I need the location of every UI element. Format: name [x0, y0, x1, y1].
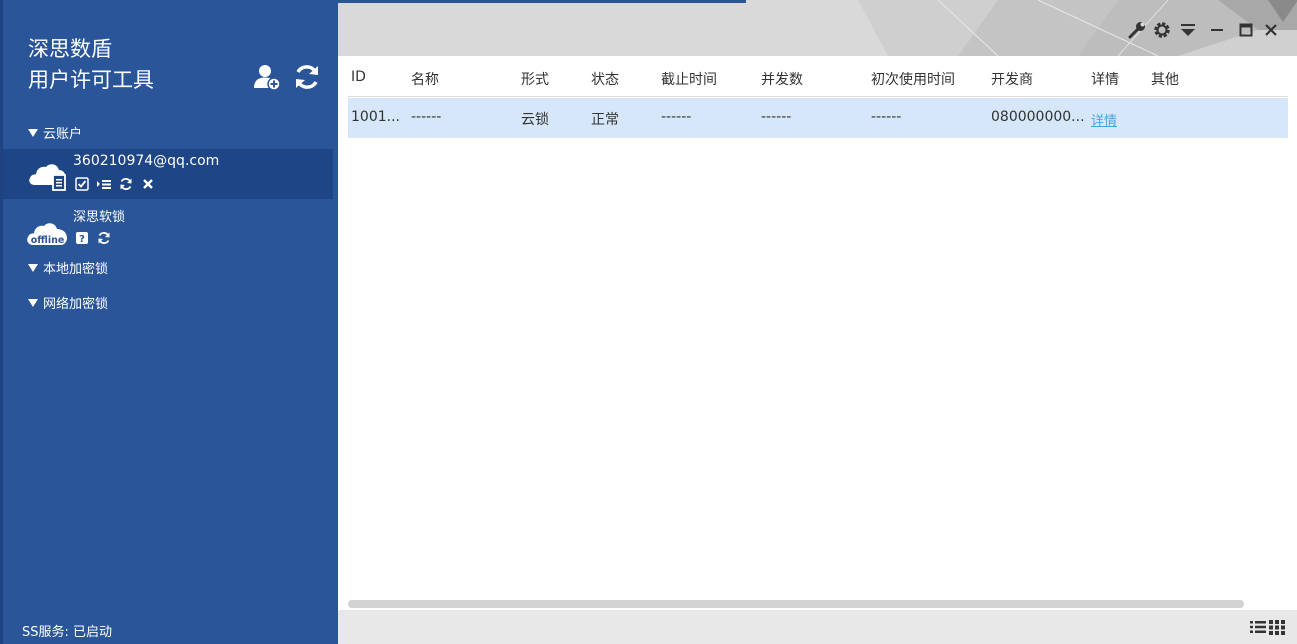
- help-icon[interactable]: ?: [75, 231, 89, 245]
- cell-state: 正常: [591, 112, 619, 128]
- section-cloud-label: 云账户: [43, 127, 83, 142]
- column-header-other[interactable]: 其他: [1151, 69, 1179, 89]
- expand-triangle-icon: [28, 299, 38, 307]
- section-network-dongles[interactable]: 网络加密锁: [28, 293, 108, 312]
- close-icon[interactable]: [141, 177, 155, 191]
- main-panel: ID 名称 形式 状态 截止时间 并发数 初次使用时间 开发商 详情 其他 10…: [338, 0, 1297, 644]
- column-header-deadline[interactable]: 截止时间: [661, 69, 717, 89]
- banner-accent-line: [338, 0, 746, 3]
- checkbox-icon[interactable]: [75, 177, 89, 191]
- cloud-offline-icon: offline: [27, 223, 67, 246]
- cell-first-use: ------: [871, 109, 902, 125]
- account-actions: [75, 177, 159, 191]
- cell-id: 1001...: [351, 109, 400, 125]
- expand-triangle-icon: [28, 264, 38, 272]
- cell-form: 云锁: [521, 112, 549, 128]
- horizontal-scrollbar[interactable]: [348, 600, 1244, 608]
- title-bar[interactable]: [338, 0, 1297, 56]
- column-header-id[interactable]: ID: [351, 69, 366, 85]
- section-cloud-accounts[interactable]: 云账户: [28, 123, 82, 142]
- account-item-softlock[interactable]: offline 深思软锁 ?: [3, 203, 333, 253]
- table-header: ID 名称 形式 状态 截止时间 并发数 初次使用时间 开发商 详情 其他: [348, 60, 1288, 97]
- gear-icon[interactable]: [1152, 20, 1172, 40]
- minimize-icon[interactable]: [1207, 20, 1227, 40]
- column-header-form[interactable]: 形式: [521, 69, 549, 89]
- sync-icon[interactable]: [97, 231, 111, 245]
- account-name: 深思软锁: [73, 210, 126, 225]
- cell-name: ------: [411, 109, 442, 125]
- service-status: SS服务: 已启动: [22, 625, 113, 640]
- section-network-label: 网络加密锁: [43, 297, 109, 312]
- account-name: 360210974@qq.com: [73, 153, 220, 169]
- column-header-detail[interactable]: 详情: [1091, 69, 1119, 89]
- app-title: 深思数盾 用户许可工具: [28, 34, 154, 96]
- bottom-toolbar: [338, 610, 1297, 644]
- column-header-first-use[interactable]: 初次使用时间: [871, 69, 955, 89]
- sidebar-edge: [0, 0, 3, 644]
- column-header-state[interactable]: 状态: [591, 69, 619, 89]
- cloud-document-icon: [29, 164, 66, 191]
- list-icon[interactable]: [97, 177, 112, 191]
- expand-triangle-icon: [28, 129, 38, 137]
- wrench-icon[interactable]: [1127, 20, 1147, 40]
- grid-view-icon[interactable]: [1268, 618, 1286, 636]
- section-local-dongles[interactable]: 本地加密锁: [28, 258, 108, 277]
- app-title-line2: 用户许可工具: [28, 68, 154, 92]
- account-item-cloud[interactable]: 360210974@qq.com: [3, 149, 333, 199]
- column-header-name[interactable]: 名称: [411, 69, 439, 89]
- offline-badge: offline: [31, 235, 65, 246]
- maximize-icon[interactable]: [1236, 20, 1256, 40]
- table-row[interactable]: 1001... ------ 云锁 正常 ------ ------ -----…: [348, 98, 1288, 138]
- close-window-icon[interactable]: [1261, 20, 1281, 40]
- add-user-icon[interactable]: [252, 62, 282, 92]
- sync-icon[interactable]: [119, 177, 133, 191]
- section-local-label: 本地加密锁: [43, 262, 109, 277]
- app-title-line1: 深思数盾: [28, 37, 112, 61]
- cell-deadline: ------: [661, 109, 692, 125]
- detail-link[interactable]: 详情: [1091, 110, 1117, 129]
- column-header-developer[interactable]: 开发商: [991, 69, 1033, 89]
- cell-concurrency: ------: [761, 109, 792, 125]
- cell-developer: 080000000...: [991, 109, 1085, 125]
- dropdown-menu-icon[interactable]: [1178, 20, 1198, 40]
- refresh-icon[interactable]: [292, 62, 322, 92]
- account-actions: ?: [75, 231, 115, 245]
- list-view-icon[interactable]: [1249, 618, 1267, 636]
- sidebar: 深思数盾 用户许可工具 云账户 360210974@qq.com offline…: [0, 0, 338, 644]
- svg-text:?: ?: [79, 234, 85, 245]
- column-header-concurrency[interactable]: 并发数: [761, 69, 803, 89]
